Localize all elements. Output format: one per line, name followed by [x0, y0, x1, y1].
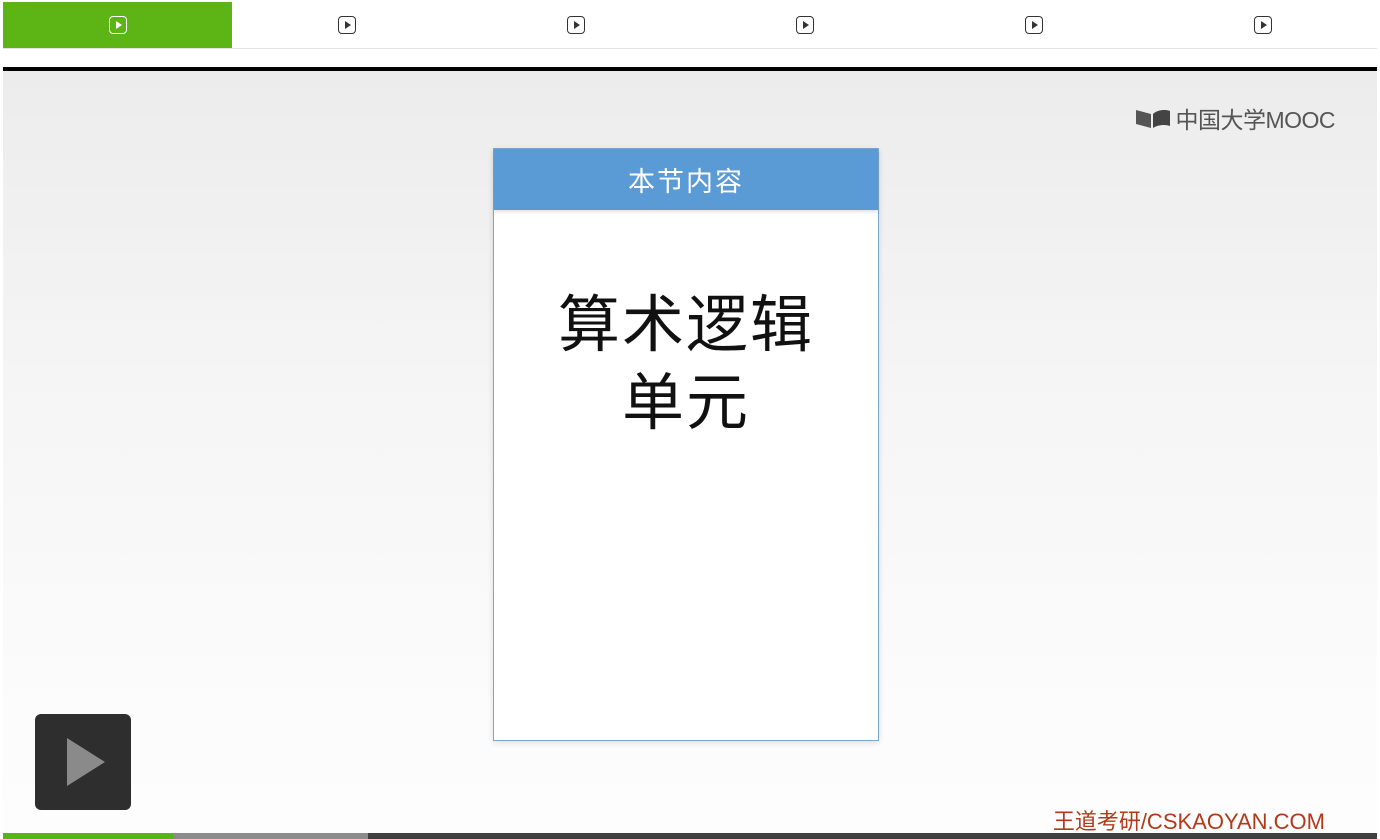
book-logo-icon	[1136, 110, 1171, 128]
video-tab-4[interactable]	[690, 2, 919, 48]
play-icon	[67, 738, 105, 786]
watermark-text: 中国大学MOOC	[1175, 107, 1335, 133]
play-square-icon	[566, 16, 585, 34]
video-tab-6[interactable]	[1148, 2, 1377, 48]
slide-title-line-2: 单元	[621, 366, 750, 439]
progress-played	[3, 833, 174, 839]
video-player[interactable]: 中国大学MOOC 本节内容 算术逻辑 单元 王道考研/CSKAOYAN.COM	[3, 67, 1377, 839]
play-square-icon	[108, 16, 127, 34]
slide-title: 算术逻辑 单元	[494, 286, 878, 442]
play-square-icon	[337, 16, 356, 34]
credit-text: 王道考研/CSKAOYAN.COM	[1052, 809, 1325, 834]
play-button[interactable]	[35, 714, 131, 810]
play-square-icon	[1024, 16, 1043, 34]
play-square-icon	[1253, 16, 1272, 34]
mooc-watermark: 中国大学MOOC	[1135, 101, 1335, 135]
video-tab-3[interactable]	[461, 2, 690, 48]
play-square-icon	[795, 16, 814, 34]
slide-card: 本节内容 算术逻辑 单元	[493, 148, 879, 741]
slide-title-line-1: 算术逻辑	[557, 288, 814, 361]
video-tab-5[interactable]	[919, 2, 1148, 48]
slide-header: 本节内容	[494, 149, 878, 210]
progress-bar[interactable]	[3, 833, 1377, 839]
video-tab-1[interactable]	[3, 2, 232, 48]
video-tab-2[interactable]	[232, 2, 461, 48]
video-tab-bar	[3, 2, 1377, 49]
